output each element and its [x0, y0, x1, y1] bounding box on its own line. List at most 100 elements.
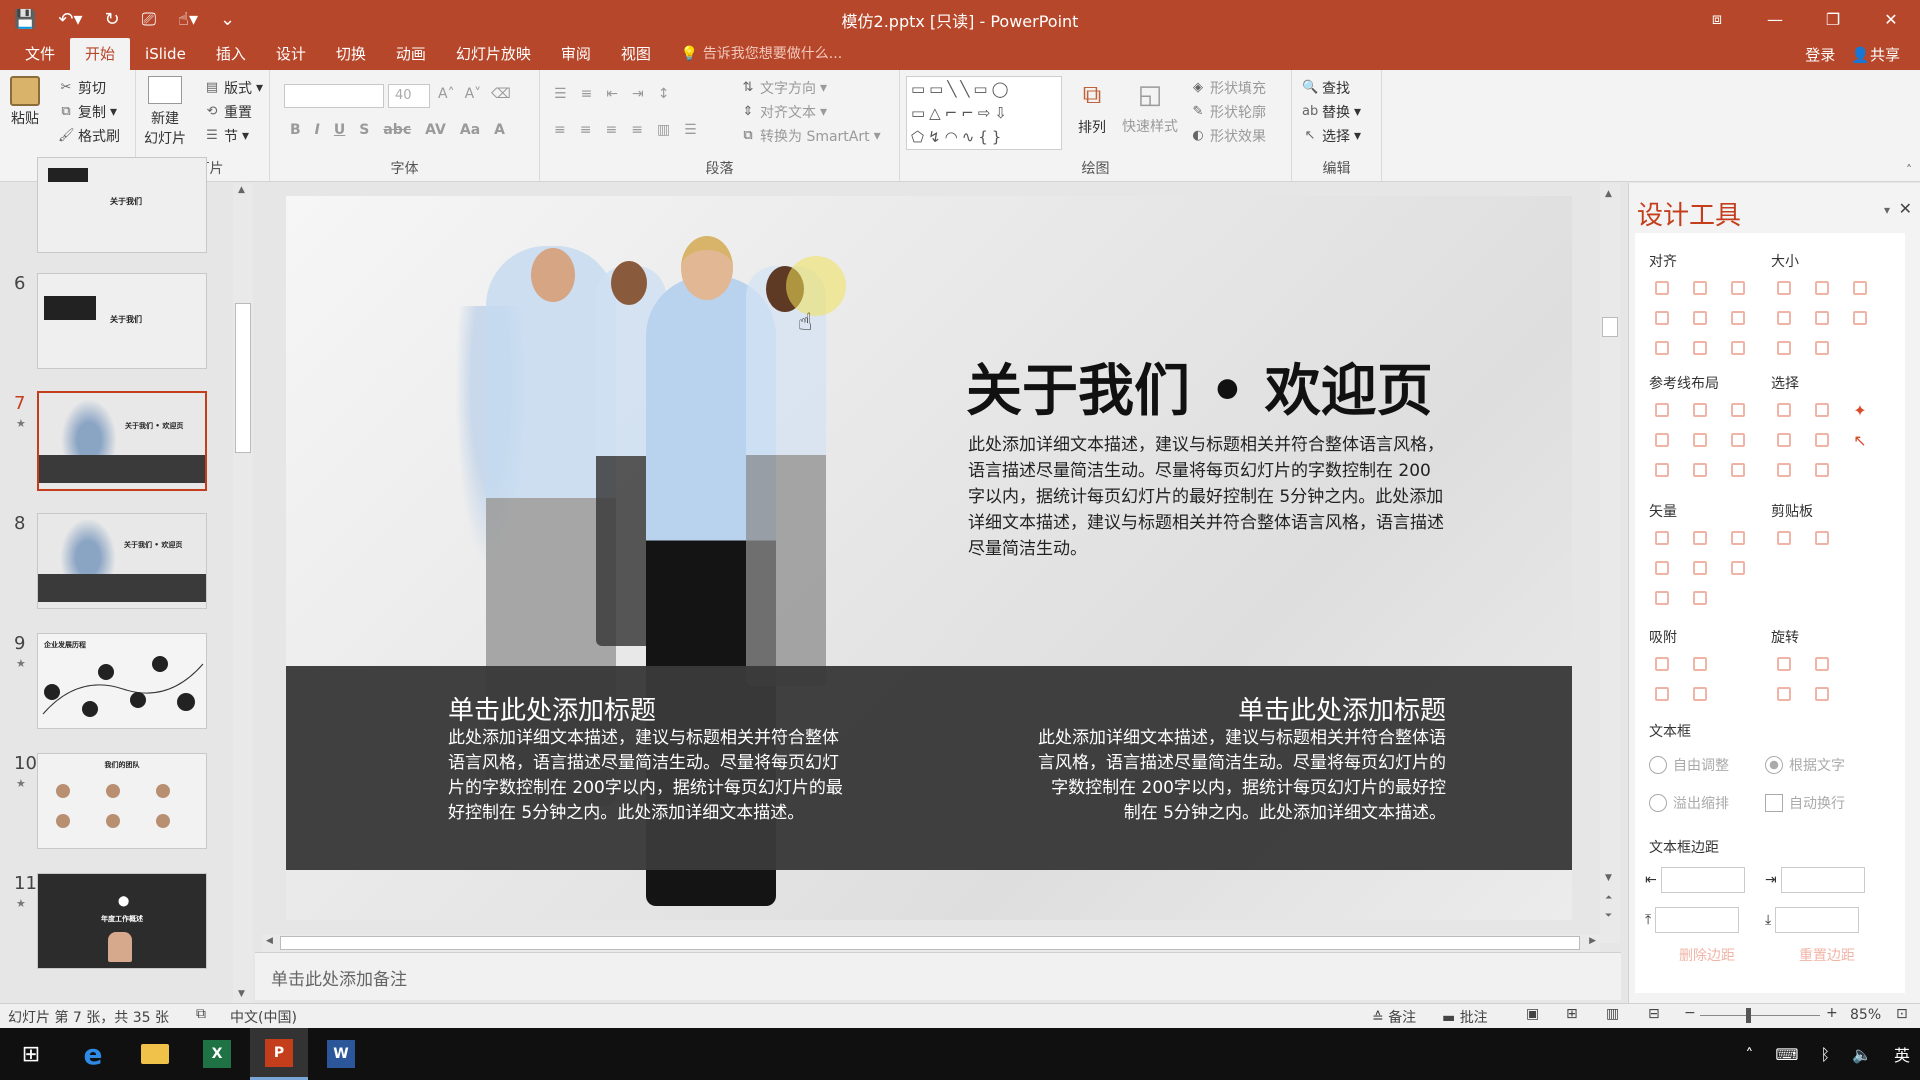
slide-thumbnail[interactable]: 关于我们 • 欢迎页	[37, 513, 207, 609]
tab-transitions[interactable]: 切换	[321, 38, 381, 70]
distribute-v-icon[interactable]	[1681, 333, 1719, 363]
select-all-icon[interactable]	[1803, 455, 1841, 485]
slide-counter[interactable]: 幻灯片 第 7 张，共 35 张	[8, 1007, 169, 1027]
same-size-icon[interactable]	[1841, 273, 1879, 303]
right-heading[interactable]: 单击此处添加标题	[1046, 690, 1446, 727]
slide-thumbnail[interactable]: 关于我们	[37, 157, 207, 253]
scroll-up-arrow-icon[interactable]: ▲	[1605, 189, 1612, 199]
slide-thumbnail-selected[interactable]: 关于我们 • 欢迎页	[37, 391, 207, 491]
select-pointer-icon[interactable]: ↖	[1841, 425, 1879, 455]
thumbnail-scroll-thumb[interactable]	[235, 303, 251, 453]
windows-start-icon[interactable]: ⊞	[2, 1028, 60, 1080]
align-top-icon[interactable]	[1643, 303, 1681, 333]
rotate-left-icon[interactable]	[1765, 649, 1803, 679]
notes-pane[interactable]: 单击此处添加备注	[255, 952, 1621, 1000]
shape-effects-button[interactable]: ◐ 形状效果	[1190, 126, 1266, 146]
find-button[interactable]: 🔍 查找	[1302, 78, 1350, 98]
tab-home[interactable]: 开始	[70, 38, 131, 70]
guide-left-icon[interactable]	[1643, 395, 1681, 425]
language-indicator[interactable]: 中文(中国)	[230, 1007, 297, 1027]
left-body-text[interactable]: 此处添加详细文本描述，建议与标题相关并符合整体语言风格，语言描述尽量简洁生动。尽…	[448, 726, 848, 826]
intersect-icon[interactable]	[1643, 553, 1681, 583]
align-center-icon[interactable]	[1681, 273, 1719, 303]
guide-center-icon[interactable]	[1681, 395, 1719, 425]
shrink-font-icon[interactable]: A˅	[465, 86, 482, 102]
shape-fill-button[interactable]: ◈ 形状填充	[1190, 78, 1266, 98]
snap-right-icon[interactable]	[1681, 649, 1719, 679]
scroll-left-arrow-icon[interactable]: ◀	[266, 936, 273, 946]
tab-islide[interactable]: iSlide	[130, 38, 201, 70]
excel-icon[interactable]: X	[188, 1028, 246, 1080]
new-slide-button[interactable]: 新建 幻灯片	[144, 76, 186, 148]
arrange-button[interactable]: ⧉ 排列	[1078, 80, 1106, 137]
tab-view[interactable]: 视图	[606, 38, 666, 70]
auto-wrap-checkbox[interactable]: 自动换行	[1765, 793, 1845, 813]
guide-width-icon[interactable]	[1643, 455, 1681, 485]
union-icon[interactable]	[1643, 523, 1681, 553]
panel-close-icon[interactable]: ✕	[1899, 199, 1912, 218]
change-case-icon[interactable]: Aa	[460, 122, 480, 138]
paste-button[interactable]: 粘贴	[10, 76, 40, 128]
scroll-up-arrow-icon[interactable]: ▲	[238, 185, 245, 195]
current-slide[interactable]: 关于我们 • 欢迎页 此处添加详细文本描述，建议与标题相关并符合整体语言风格，语…	[286, 196, 1572, 920]
italic-icon[interactable]: I	[315, 122, 320, 138]
snap-bottom-icon[interactable]	[1681, 679, 1719, 709]
tab-slideshow[interactable]: 幻灯片放映	[441, 38, 546, 70]
edit-points-icon[interactable]	[1681, 583, 1719, 613]
justify-icon[interactable]: ≡	[631, 122, 643, 138]
ime-indicator[interactable]: 英	[1894, 1042, 1910, 1066]
previous-slide-icon[interactable]: ⏶	[1605, 893, 1612, 903]
close-button[interactable]: ✕	[1862, 0, 1920, 38]
slide-thumbnail[interactable]: ⬤ 年度工作概述	[37, 873, 207, 969]
underline-icon[interactable]: U	[334, 122, 345, 138]
left-heading[interactable]: 单击此处添加标题	[448, 690, 656, 727]
bullets-icon[interactable]: ☰	[554, 86, 567, 102]
guide-height-icon[interactable]	[1681, 455, 1719, 485]
distribute-h-icon[interactable]	[1643, 333, 1681, 363]
guide-fill-icon[interactable]	[1719, 455, 1757, 485]
reset-margin-button[interactable]: 重置边距	[1799, 945, 1855, 965]
reset-button[interactable]: ⟲ 重置	[204, 102, 252, 122]
bottom-margin-field[interactable]: ⤓	[1765, 907, 1860, 933]
scroll-right-arrow-icon[interactable]: ▶	[1589, 936, 1596, 946]
guide-top-icon[interactable]	[1643, 425, 1681, 455]
strikethrough-icon[interactable]: abc	[383, 122, 411, 138]
select-same-fill-icon[interactable]	[1765, 395, 1803, 425]
align-right-icon[interactable]: ≡	[605, 122, 617, 138]
select-invert-icon[interactable]	[1765, 455, 1803, 485]
font-color-icon[interactable]: A	[494, 122, 505, 138]
slide-thumbnail[interactable]: 我们的团队	[37, 753, 207, 849]
zoom-slider-thumb[interactable]	[1746, 1008, 1751, 1023]
subtract-icon[interactable]	[1681, 553, 1719, 583]
slide-scroll-thumb[interactable]	[1602, 317, 1618, 337]
numbering-icon[interactable]: ≡	[581, 86, 593, 102]
guide-bottom-icon[interactable]	[1719, 425, 1757, 455]
zoom-out-button[interactable]: −	[1684, 1005, 1696, 1021]
zoom-slider[interactable]	[1700, 1015, 1820, 1016]
keyboard-icon[interactable]: ⌨	[1775, 1045, 1798, 1064]
share-button[interactable]: 👤共享	[1851, 44, 1900, 65]
quick-styles-button[interactable]: ◱ 快速样式	[1122, 80, 1178, 136]
fragment-icon[interactable]	[1719, 523, 1757, 553]
font-size-combo[interactable]: 40	[388, 84, 430, 108]
restore-button[interactable]: ❐	[1804, 0, 1862, 38]
scroll-down-arrow-icon[interactable]: ▼	[238, 989, 245, 999]
left-margin-field[interactable]: ⇤	[1645, 867, 1745, 893]
delete-margin-button[interactable]: 删除边距	[1679, 945, 1735, 965]
file-explorer-icon[interactable]	[126, 1028, 184, 1080]
tab-insert[interactable]: 插入	[201, 38, 261, 70]
bold-icon[interactable]: B	[290, 122, 301, 138]
panel-options-icon[interactable]: ▾	[1884, 203, 1890, 217]
overflow-radio[interactable]: 溢出缩排	[1649, 793, 1729, 813]
snap-top-icon[interactable]	[1643, 679, 1681, 709]
same-height-icon[interactable]	[1803, 273, 1841, 303]
slide-intro-text[interactable]: 此处添加详细文本描述，建议与标题相关并符合整体语言风格，语言描述尽量简洁生动。尽…	[968, 432, 1446, 562]
same-width-icon[interactable]	[1765, 273, 1803, 303]
increase-indent-icon[interactable]: ⇥	[632, 86, 644, 102]
slide-thumbnail[interactable]: 企业发展历程	[37, 633, 207, 729]
text-direction-button[interactable]: ⇅ 文字方向 ▾	[740, 78, 827, 98]
cut-button[interactable]: ✂ 剪切	[58, 78, 106, 98]
magic-wand-icon[interactable]: ✦	[1841, 395, 1879, 425]
right-body-text[interactable]: 此处添加详细文本描述，建议与标题相关并符合整体语言风格，语言描述尽量简洁生动。尽…	[1038, 726, 1446, 826]
next-slide-icon[interactable]: ⏷	[1605, 911, 1612, 921]
